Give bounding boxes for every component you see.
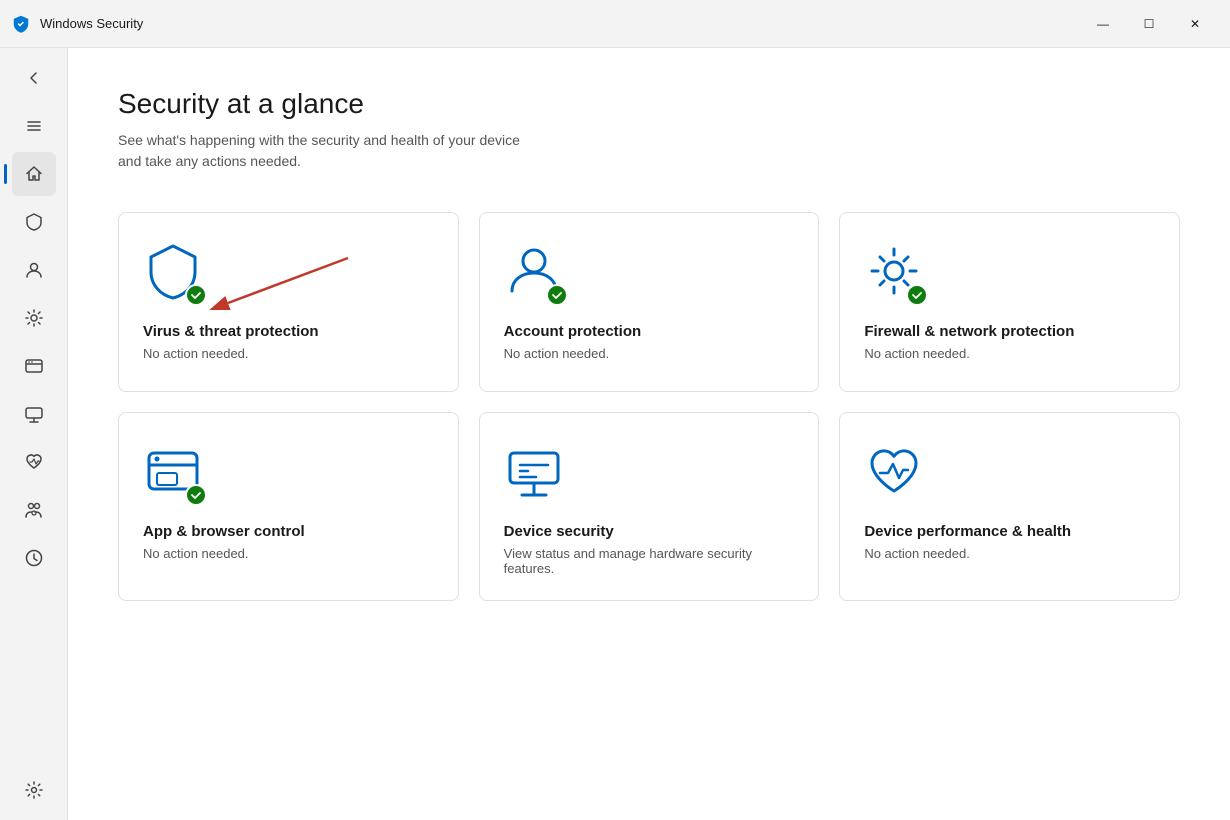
virus-threat-badge — [185, 284, 207, 306]
app-browser-badge — [185, 484, 207, 506]
virus-threat-status: No action needed. — [143, 346, 434, 361]
firewall-card[interactable]: Firewall & network protection No action … — [839, 212, 1180, 392]
virus-threat-card[interactable]: Virus & threat protection No action need… — [118, 212, 459, 392]
title-bar-left: Windows Security — [12, 15, 143, 33]
device-health-status: No action needed. — [864, 546, 1155, 561]
sidebar-history-button[interactable] — [12, 536, 56, 580]
sidebar-device-security-button[interactable] — [12, 392, 56, 436]
main-content: Security at a glance See what's happenin… — [68, 48, 1230, 820]
app-browser-icon-wrap — [143, 441, 203, 506]
app-browser-title: App & browser control — [143, 522, 434, 542]
account-protection-title: Account protection — [504, 322, 795, 342]
app-body: Security at a glance See what's happenin… — [0, 48, 1230, 820]
health-icon — [864, 441, 924, 501]
account-protection-badge — [546, 284, 568, 306]
device-security-title: Device security — [504, 522, 795, 542]
virus-threat-title: Virus & threat protection — [143, 322, 434, 342]
device-security-card[interactable]: Device security View status and manage h… — [479, 412, 820, 601]
sidebar-family-button[interactable] — [12, 488, 56, 532]
sidebar-back-button[interactable] — [12, 56, 56, 100]
minimize-button[interactable]: — — [1080, 8, 1126, 40]
app-browser-card[interactable]: App & browser control No action needed. — [118, 412, 459, 601]
device-security-icon-wrap — [504, 441, 564, 506]
device-security-status: View status and manage hardware security… — [504, 546, 795, 576]
device-health-icon-wrap — [864, 441, 924, 506]
sidebar-home-button[interactable] — [12, 152, 56, 196]
sidebar-account-button[interactable] — [12, 248, 56, 292]
sidebar-browser-button[interactable] — [12, 344, 56, 388]
sidebar-settings-button[interactable] — [12, 768, 56, 812]
close-button[interactable]: ✕ — [1172, 8, 1218, 40]
device-health-title: Device performance & health — [864, 522, 1155, 542]
account-protection-card[interactable]: Account protection No action needed. — [479, 212, 820, 392]
app-browser-status: No action needed. — [143, 546, 434, 561]
firewall-badge — [906, 284, 928, 306]
device-security-icon — [504, 441, 564, 501]
sidebar-virus-button[interactable] — [12, 200, 56, 244]
device-health-card[interactable]: Device performance & health No action ne… — [839, 412, 1180, 601]
maximize-button[interactable]: ☐ — [1126, 8, 1172, 40]
page-subtitle: See what's happening with the security a… — [118, 130, 1180, 172]
page-title: Security at a glance — [118, 88, 1180, 120]
virus-threat-icon-wrap — [143, 241, 203, 306]
app-icon — [12, 15, 30, 33]
title-bar: Windows Security — ☐ ✕ — [0, 0, 1230, 48]
firewall-status: No action needed. — [864, 346, 1155, 361]
account-protection-icon-wrap — [504, 241, 564, 306]
sidebar-menu-button[interactable] — [12, 104, 56, 148]
firewall-icon-wrap — [864, 241, 924, 306]
firewall-title: Firewall & network protection — [864, 322, 1155, 342]
sidebar-health-button[interactable] — [12, 440, 56, 484]
window-controls: — ☐ ✕ — [1080, 8, 1218, 40]
app-title: Windows Security — [40, 16, 143, 31]
cards-grid: Virus & threat protection No action need… — [118, 212, 1180, 601]
sidebar-firewall-button[interactable] — [12, 296, 56, 340]
account-protection-status: No action needed. — [504, 346, 795, 361]
sidebar — [0, 48, 68, 820]
